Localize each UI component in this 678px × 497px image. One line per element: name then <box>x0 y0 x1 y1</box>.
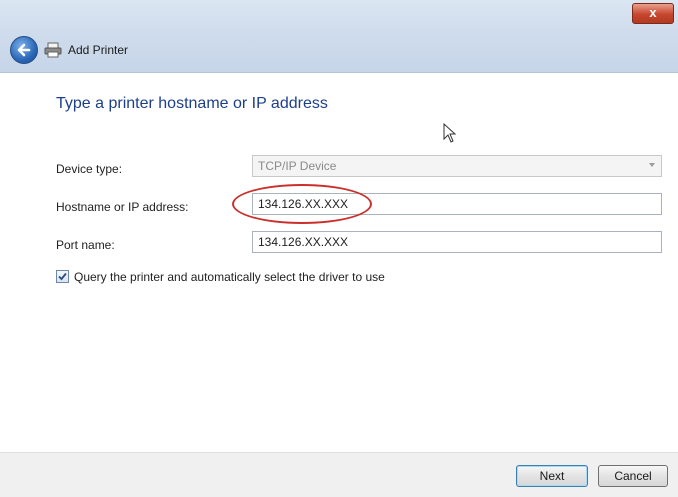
close-button[interactable]: x <box>632 3 674 24</box>
back-button[interactable] <box>10 36 38 64</box>
checkmark-icon <box>58 272 67 281</box>
port-name-value: 134.126.XX.XXX <box>258 235 349 249</box>
port-name-label: Port name: <box>56 238 115 252</box>
back-arrow-icon <box>17 43 31 57</box>
printer-icon <box>44 42 62 58</box>
query-printer-label[interactable]: Query the printer and automatically sele… <box>74 270 385 284</box>
chevron-down-icon <box>649 163 655 167</box>
next-button[interactable]: Next <box>516 465 588 487</box>
device-type-value: TCP/IP Device <box>258 159 337 173</box>
hostname-label: Hostname or IP address: <box>56 200 189 214</box>
highlight-annotation <box>232 184 372 224</box>
port-name-input[interactable]: 134.126.XX.XXX <box>252 231 662 253</box>
page-heading: Type a printer hostname or IP address <box>56 95 328 112</box>
title-bar: x Add Printer <box>0 0 678 73</box>
cancel-button[interactable]: Cancel <box>598 465 668 487</box>
device-type-label: Device type: <box>56 162 123 176</box>
footer-bar: Next Cancel <box>0 452 678 497</box>
query-printer-checkbox[interactable] <box>56 270 69 283</box>
window-title: Add Printer <box>68 43 129 57</box>
mouse-cursor-icon <box>443 123 457 143</box>
device-type-select: TCP/IP Device <box>252 155 662 177</box>
